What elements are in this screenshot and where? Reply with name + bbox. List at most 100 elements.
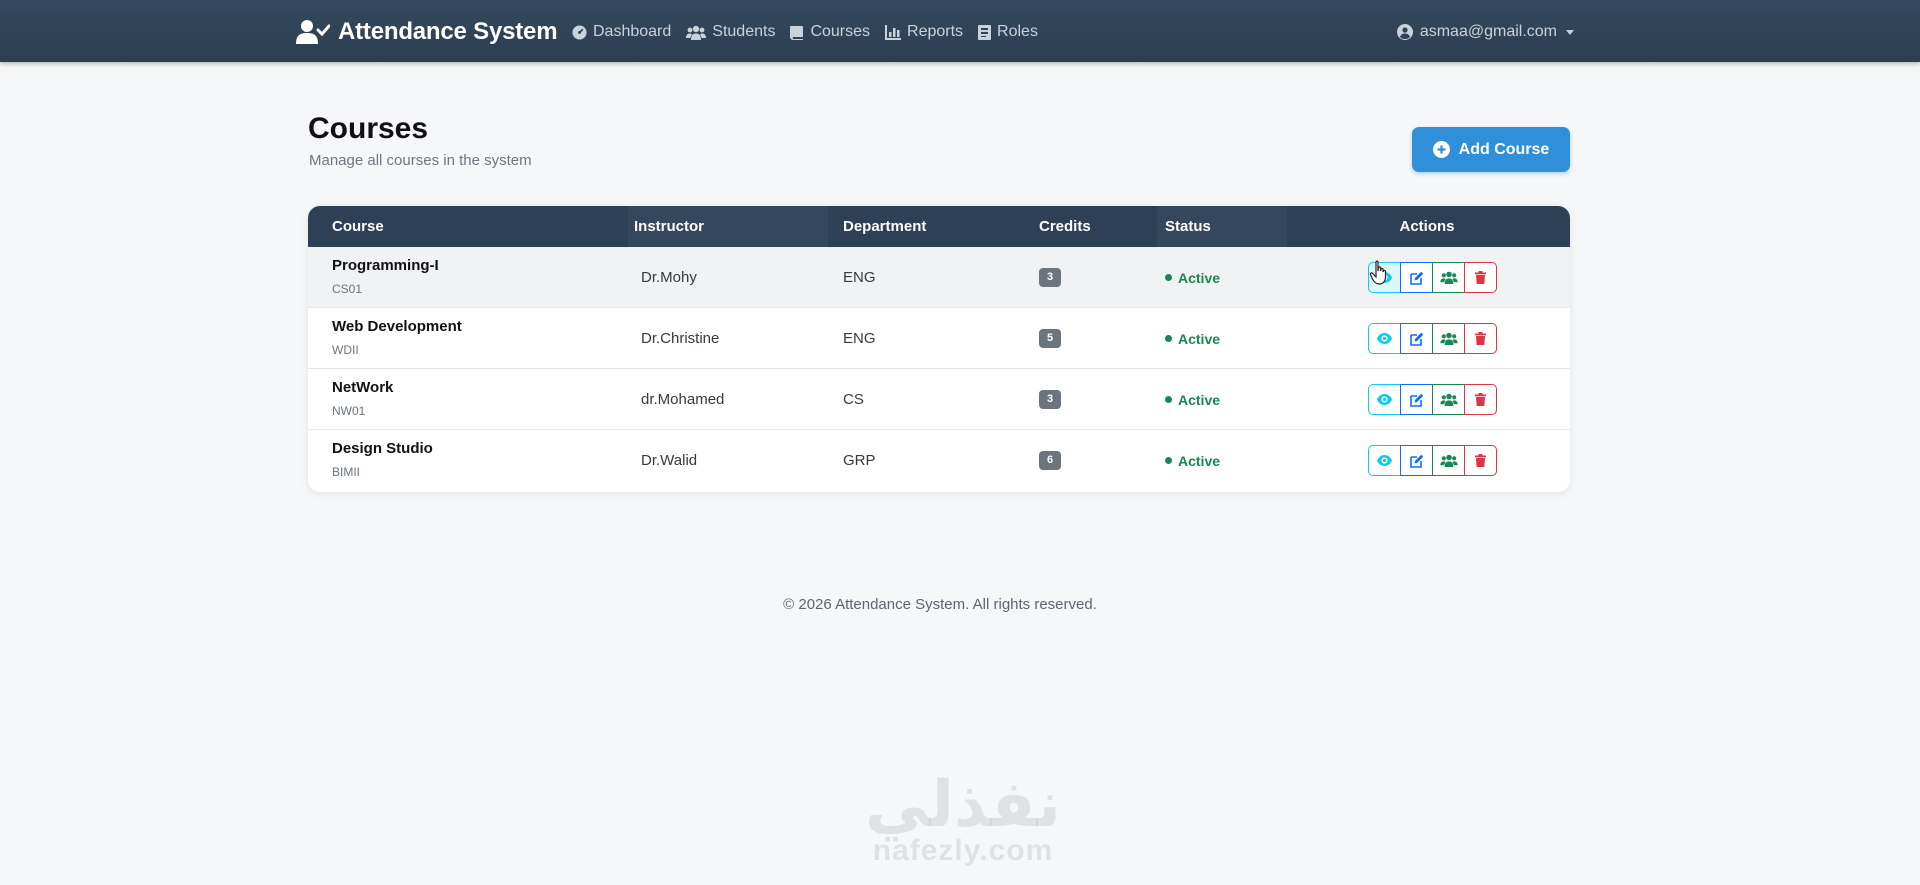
manage-students-button[interactable] [1432,384,1465,415]
edit-icon [1409,332,1423,346]
column-header-credits[interactable]: Credits [1039,206,1139,247]
status-dot-icon [1165,335,1172,342]
status-text: Active [1178,269,1221,286]
dashboard-icon [572,24,587,40]
nav-item-students[interactable]: Students [686,23,775,41]
user-email: asmaa@gmail.com [1419,23,1557,40]
nav-item-label: Students [712,23,776,40]
instructor-cell: Dr.Mohy [641,269,697,286]
nav-item-courses[interactable]: Courses [790,23,870,41]
manage-students-button[interactable] [1432,323,1465,354]
edit-button[interactable] [1400,262,1433,293]
edit-button[interactable] [1400,384,1433,415]
page-title: Courses [308,112,429,145]
row-actions [1368,445,1497,476]
delete-button[interactable] [1464,262,1497,293]
table-row[interactable]: NetWork NW01 dr.Mohamed CS 3 Active [308,369,1570,430]
users-icon [1439,332,1458,345]
credits-badge: 6 [1039,451,1061,470]
table-header: Course Instructor Department Credits Sta… [308,206,1570,247]
table-row[interactable]: Web Development WDII Dr.Christine ENG 5 … [308,308,1570,369]
nav-item-dashboard[interactable]: Dashboard [572,23,671,41]
watermark-logo: نفذلي nafezly.com [848,770,1078,868]
status-dot-icon [1165,396,1172,403]
view-button[interactable] [1368,262,1401,293]
status-badge: Active [1165,453,1220,469]
add-course-label: Add Course [1458,140,1550,158]
course-name: Programming-I [332,257,439,274]
edit-icon [1409,271,1423,285]
nav-item-roles[interactable]: Roles [978,23,1038,41]
watermark-arabic: نفذلي [865,768,1061,842]
nav-item-label: Dashboard [593,23,672,40]
course-code: CS01 [332,282,363,296]
instructor-cell: Dr.Walid [641,452,698,469]
status-dot-icon [1165,457,1172,464]
status-badge: Active [1165,331,1220,347]
course-code: BIMII [332,465,361,479]
top-navbar: Attendance System Dashboard Students Cou… [0,0,1920,62]
column-header-status[interactable]: Status [1157,206,1287,247]
eye-icon [1377,272,1392,283]
view-button[interactable] [1368,445,1401,476]
users-icon [1439,271,1458,284]
users-icon [686,25,707,40]
column-header-instructor[interactable]: Instructor [628,206,828,247]
course-code: NW01 [332,404,366,418]
department-cell: GRP [843,452,876,469]
column-header-actions: Actions [1399,218,1455,235]
table-row[interactable]: Design Studio BIMII Dr.Walid GRP 6 Activ… [308,430,1570,491]
credits-badge: 3 [1039,390,1061,409]
brand-title: Attendance System [338,18,558,45]
status-text: Active [1178,330,1221,347]
users-icon [1439,454,1458,467]
instructor-cell: dr.Mohamed [641,391,725,408]
trash-icon [1475,454,1486,467]
view-button[interactable] [1368,384,1401,415]
credits-badge: 5 [1039,329,1061,348]
column-header-department[interactable]: Department [843,206,993,247]
user-menu[interactable]: asmaa@gmail.com [1396,20,1574,44]
edit-icon [1409,393,1423,407]
delete-button[interactable] [1464,384,1497,415]
edit-icon [1409,454,1423,468]
status-text: Active [1178,391,1221,408]
course-name: Web Development [332,318,462,335]
watermark-latin: nafezly.com [872,834,1054,867]
eye-icon [1377,394,1392,405]
table-row[interactable]: Programming-I CS01 Dr.Mohy ENG 3 Active [308,247,1570,308]
trash-icon [1475,393,1486,406]
course-name: Design Studio [332,440,433,457]
delete-button[interactable] [1464,323,1497,354]
nav-links: Dashboard Students Courses Reports Roles [572,20,1038,44]
eye-icon [1377,455,1392,466]
status-badge: Active [1165,270,1220,286]
course-name: NetWork [332,379,394,396]
row-actions [1368,384,1497,415]
edit-button[interactable] [1400,323,1433,354]
page-subtitle: Manage all courses in the system [309,152,532,169]
user-circle-icon [1396,24,1413,40]
manage-students-button[interactable] [1432,262,1465,293]
book-icon [790,25,804,40]
status-text: Active [1178,452,1221,469]
nav-item-label: Courses [810,23,871,40]
trash-icon [1475,332,1486,345]
row-actions [1368,323,1497,354]
add-course-button[interactable]: Add Course [1412,127,1570,172]
course-code: WDII [332,343,359,357]
row-actions [1368,262,1497,293]
roles-icon [978,24,992,40]
brand[interactable]: Attendance System [296,14,558,50]
status-badge: Active [1165,392,1220,408]
eye-icon [1377,333,1392,344]
department-cell: ENG [843,269,876,286]
delete-button[interactable] [1464,445,1497,476]
manage-students-button[interactable] [1432,445,1465,476]
edit-button[interactable] [1400,445,1433,476]
plus-circle-icon [1432,141,1450,158]
view-button[interactable] [1368,323,1401,354]
column-header-course[interactable]: Course [332,206,562,247]
instructor-cell: Dr.Christine [641,330,720,347]
nav-item-reports[interactable]: Reports [885,23,963,41]
